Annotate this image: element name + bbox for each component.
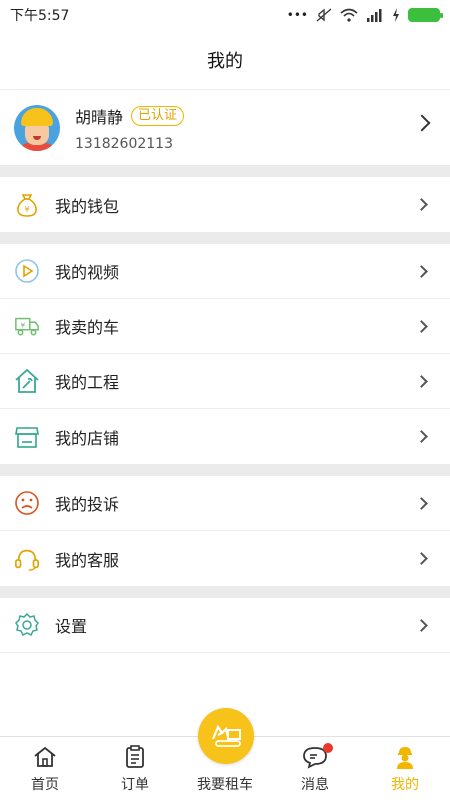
menu-item-store[interactable]: 我的店铺 bbox=[0, 409, 450, 464]
avatar[interactable] bbox=[14, 104, 60, 151]
profile-card[interactable]: 胡晴静 已认证 13182602113 bbox=[0, 90, 450, 165]
chevron-right-icon bbox=[415, 619, 428, 632]
tab-orders[interactable]: 订单 bbox=[90, 737, 180, 800]
chevron-right-icon bbox=[415, 497, 428, 510]
complaint-icon bbox=[14, 490, 40, 516]
settings-icon bbox=[14, 612, 40, 638]
tab-label: 首页 bbox=[31, 777, 59, 793]
rent-car-center-button[interactable] bbox=[198, 708, 254, 764]
home-icon bbox=[33, 744, 57, 770]
tab-messages[interactable]: 消息 bbox=[270, 737, 360, 800]
profile-info: 胡晴静 已认证 13182602113 bbox=[75, 104, 436, 152]
chevron-right-icon bbox=[415, 375, 428, 388]
chevron-right-icon bbox=[415, 198, 428, 211]
menu-label: 我的投诉 bbox=[55, 495, 120, 514]
user-phone: 13182602113 bbox=[75, 135, 173, 152]
menu-label: 我的视频 bbox=[55, 263, 120, 282]
menu-item-projects[interactable]: 我的工程 bbox=[0, 354, 450, 409]
menu-item-wallet[interactable]: ¥ 我的钱包 bbox=[0, 177, 450, 232]
battery-icon bbox=[408, 8, 443, 22]
menu-label: 我的钱包 bbox=[55, 196, 120, 216]
menu-item-sold-cars[interactable]: ¥ 我卖的车 bbox=[0, 299, 450, 354]
headset-icon bbox=[14, 546, 40, 572]
chevron-right-icon bbox=[415, 430, 428, 443]
status-bar: 下午5:57 ••• bbox=[0, 0, 450, 30]
store-icon bbox=[14, 424, 40, 450]
menu-label: 设置 bbox=[55, 617, 88, 636]
svg-text:¥: ¥ bbox=[24, 205, 29, 214]
unread-dot bbox=[322, 743, 333, 753]
charging-icon bbox=[393, 8, 399, 22]
section-divider bbox=[0, 165, 450, 177]
video-icon bbox=[14, 258, 40, 284]
section-divider bbox=[0, 586, 450, 598]
tab-profile[interactable]: 我的 bbox=[360, 737, 450, 800]
tab-label: 我的 bbox=[391, 777, 419, 793]
chevron-right-icon bbox=[415, 552, 428, 565]
menu-label: 我卖的车 bbox=[55, 318, 120, 337]
excavator-icon bbox=[211, 724, 241, 747]
page-title: 我的 bbox=[0, 30, 450, 90]
svg-text:¥: ¥ bbox=[20, 320, 25, 329]
section-divider bbox=[0, 464, 450, 476]
menu-label: 我的店铺 bbox=[55, 428, 120, 448]
wallet-icon: ¥ bbox=[14, 192, 40, 218]
menu-item-settings[interactable]: 设置 bbox=[0, 598, 450, 653]
menu-item-customer-service[interactable]: 我的客服 bbox=[0, 531, 450, 586]
notification-dots-icon: ••• bbox=[286, 8, 308, 22]
menu-label: 我的客服 bbox=[55, 550, 120, 570]
wifi-icon bbox=[340, 8, 358, 22]
mute-icon bbox=[316, 8, 332, 22]
status-icons: ••• bbox=[286, 8, 443, 22]
menu-item-video[interactable]: 我的视频 bbox=[0, 244, 450, 299]
worker-icon bbox=[394, 744, 416, 770]
tab-label: 订单 bbox=[121, 777, 149, 793]
tab-label: 消息 bbox=[301, 777, 329, 793]
tab-home[interactable]: 首页 bbox=[0, 737, 90, 800]
signal-icon bbox=[367, 9, 382, 22]
menu-label: 我的工程 bbox=[55, 373, 120, 392]
chevron-right-icon bbox=[415, 265, 428, 278]
status-time: 下午5:57 bbox=[10, 8, 70, 24]
project-icon bbox=[14, 368, 40, 394]
order-icon bbox=[125, 744, 145, 770]
truck-icon: ¥ bbox=[14, 313, 40, 339]
verified-badge: 已认证 bbox=[131, 105, 185, 126]
tab-label: 我要租车 bbox=[197, 777, 253, 793]
menu-item-complaints[interactable]: 我的投诉 bbox=[0, 476, 450, 531]
user-name: 胡晴静 bbox=[75, 107, 124, 127]
section-divider bbox=[0, 232, 450, 244]
chevron-right-icon bbox=[415, 320, 428, 333]
